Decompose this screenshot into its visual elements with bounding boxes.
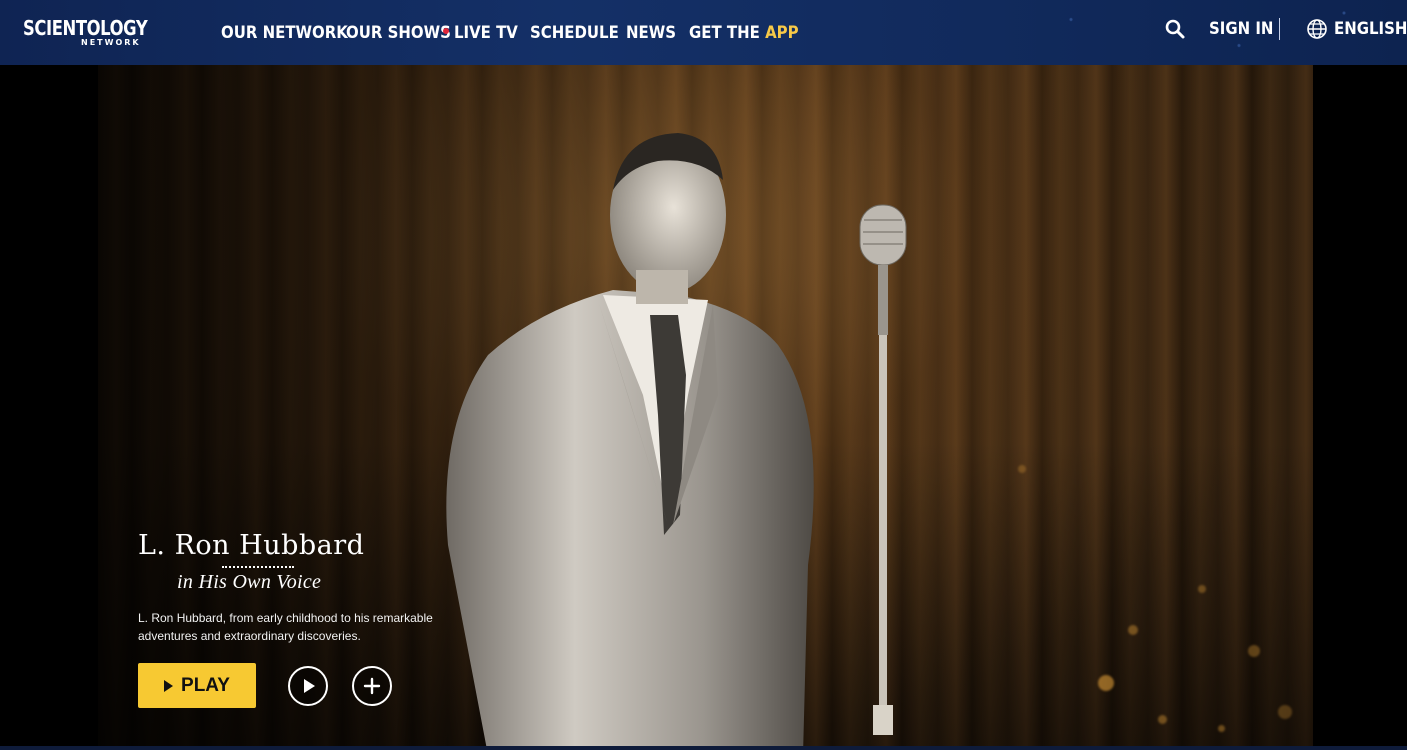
bokeh-light	[1128, 625, 1138, 635]
nav-get-the-app[interactable]: GET THE APP	[689, 23, 799, 43]
search-icon[interactable]	[1164, 18, 1186, 40]
plus-icon	[363, 677, 381, 694]
play-circle-icon	[304, 678, 315, 693]
play-button[interactable]: PLAY	[138, 663, 256, 708]
bokeh-light	[1248, 645, 1260, 657]
hero-portrait-image	[446, 133, 814, 750]
trailer-button[interactable]	[288, 665, 328, 706]
logo-brand-sub: NETWORK	[81, 37, 141, 47]
play-button-label: PLAY	[181, 674, 230, 696]
hero-actions: PLAY	[138, 663, 392, 708]
hero-title-block: L. Ron Hubbard in His Own Voice	[138, 530, 498, 594]
nav-app-accent: APP	[765, 22, 799, 43]
header-divider	[1279, 18, 1280, 40]
bokeh-light	[1018, 465, 1026, 473]
bokeh-light	[1198, 585, 1206, 593]
add-to-list-button[interactable]	[352, 665, 392, 706]
bokeh-light	[1218, 725, 1225, 732]
live-indicator-dot	[443, 27, 449, 34]
hero-banner: L. Ron Hubbard in His Own Voice L. Ron H…	[98, 65, 1313, 750]
main-nav: OUR NETWORK OUR SHOWS LIVE TV SCHEDULE N…	[221, 0, 799, 65]
logo-brand-name: SCIENTOLOGY	[23, 15, 148, 40]
nav-our-network[interactable]: OUR NETWORK	[221, 23, 348, 43]
bokeh-light	[1158, 715, 1167, 724]
scientology-network-logo[interactable]: SCIENTOLOGY NETWORK	[20, 13, 172, 51]
nav-get-the-label: GET THE	[689, 22, 760, 43]
language-label: ENGLISH	[1334, 19, 1407, 39]
bokeh-light	[1278, 705, 1292, 719]
nav-live-tv[interactable]: LIVE TV	[454, 23, 518, 43]
language-selector[interactable]: ENGLISH	[1306, 18, 1407, 40]
nav-schedule[interactable]: SCHEDULE	[530, 23, 619, 43]
hero-title: L. Ron Hubbard	[138, 530, 365, 561]
hero-subtitle: in His Own Voice	[177, 571, 322, 593]
title-dotted-rule	[222, 566, 294, 568]
microphone-stand-image	[859, 204, 907, 735]
play-icon	[164, 679, 174, 692]
globe-icon	[1307, 19, 1327, 39]
hero-description: L. Ron Hubbard, from early childhood to …	[138, 611, 433, 643]
top-navigation-bar: SCIENTOLOGY NETWORK OUR NETWORK OUR SHOW…	[0, 0, 1407, 65]
bottom-edge-strip	[0, 746, 1407, 750]
nav-news[interactable]: NEWS	[626, 23, 676, 43]
nav-our-shows[interactable]: OUR SHOWS	[346, 23, 451, 43]
bokeh-light	[1098, 675, 1114, 691]
sign-in-link[interactable]: SIGN IN	[1209, 19, 1273, 39]
